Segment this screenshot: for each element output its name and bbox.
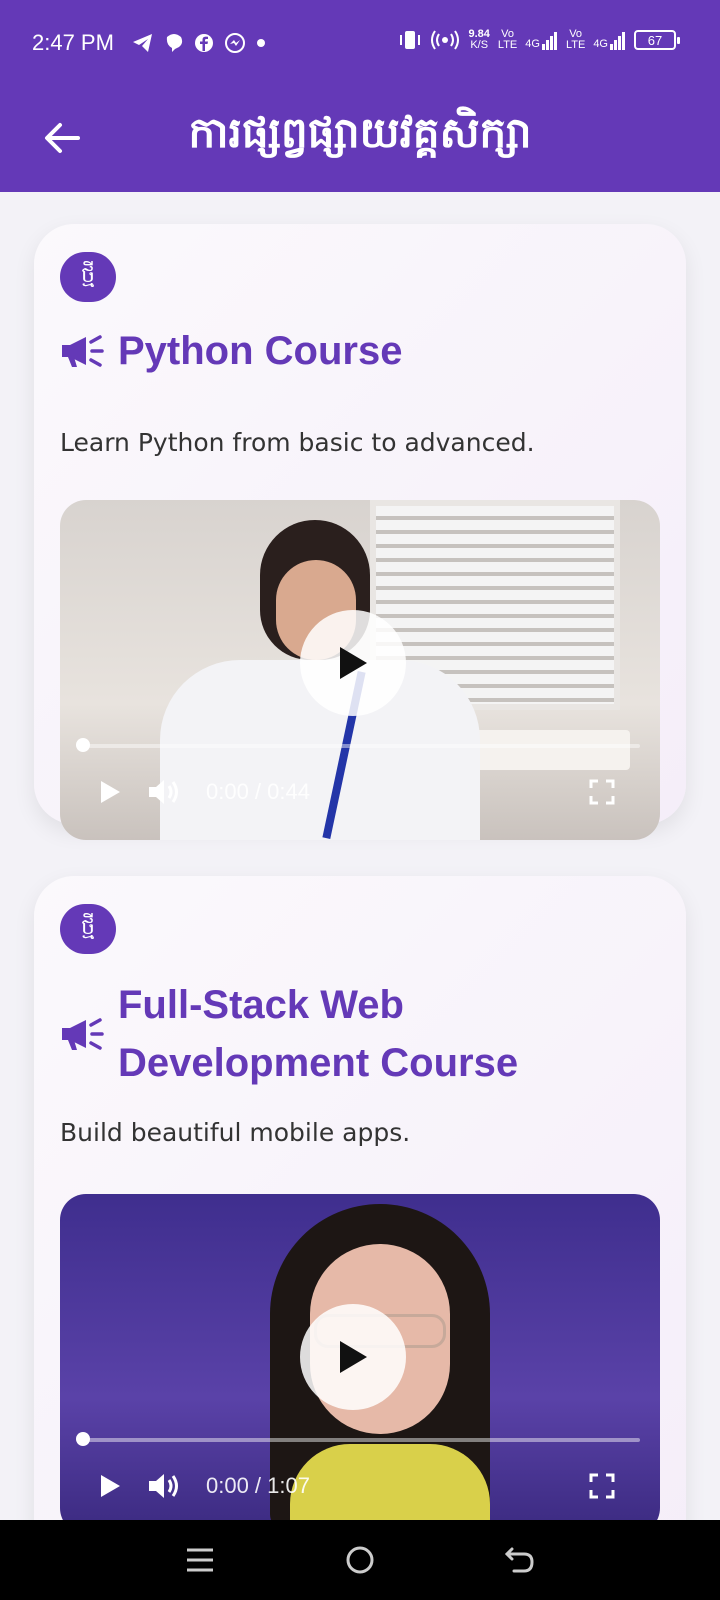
status-time: 2:47 PM bbox=[32, 30, 114, 55]
course-list[interactable]: ថ្មី Python Course Learn Python from bas… bbox=[0, 192, 720, 1520]
fullscreen-button[interactable] bbox=[582, 1466, 622, 1506]
back-arrow-icon bbox=[504, 1547, 534, 1573]
sim2-gen: 4G bbox=[593, 38, 608, 50]
play-icon bbox=[340, 1341, 367, 1373]
video-progress-track[interactable] bbox=[80, 744, 640, 748]
recents-button[interactable] bbox=[175, 1535, 225, 1585]
play-icon bbox=[340, 647, 367, 679]
video-player[interactable]: 0:00 / 1:07 bbox=[60, 1194, 660, 1520]
video-controls: 0:00 / 0:44 bbox=[90, 770, 636, 814]
megaphone-icon bbox=[62, 335, 104, 367]
messenger-circle-icon bbox=[225, 33, 245, 53]
net-speed-unit: K/S bbox=[470, 39, 489, 51]
video-progress-thumb[interactable] bbox=[76, 1432, 90, 1446]
card-title-row: Python Course bbox=[60, 322, 648, 380]
video-player[interactable]: 0:00 / 0:44 bbox=[60, 500, 660, 840]
new-badge: ថ្មី bbox=[60, 904, 116, 954]
play-button[interactable] bbox=[90, 772, 130, 812]
play-overlay-button[interactable] bbox=[300, 1304, 406, 1410]
hotspot-icon bbox=[431, 30, 460, 50]
more-dot-icon bbox=[257, 39, 265, 47]
sim1-gen: 4G bbox=[525, 38, 540, 50]
system-nav-bar bbox=[0, 1520, 720, 1600]
home-circle-icon bbox=[346, 1546, 374, 1574]
video-progress-thumb[interactable] bbox=[76, 738, 90, 752]
telegram-icon bbox=[133, 34, 152, 52]
course-card: ថ្មី Python Course Learn Python from bas… bbox=[34, 224, 686, 840]
home-button[interactable] bbox=[335, 1535, 385, 1585]
sim1-volte: Vo LTE bbox=[497, 28, 518, 51]
video-time: 0:00 / 0:44 bbox=[206, 779, 310, 804]
play-icon bbox=[101, 781, 120, 803]
play-button[interactable] bbox=[90, 1466, 130, 1506]
app-bar: ការផ្សព្វផ្សាយវគ្គសិក្សា bbox=[0, 88, 720, 192]
volume-icon bbox=[149, 780, 178, 804]
battery-indicator: 67 bbox=[634, 30, 680, 50]
megaphone-icon bbox=[62, 1018, 104, 1050]
course-description: Learn Python from basic to advanced. bbox=[60, 428, 535, 457]
status-right: 9.84 K/S Vo LTE 4G Vo LTE 4G 67 bbox=[398, 28, 680, 52]
video-progress-track[interactable] bbox=[80, 1438, 640, 1442]
video-controls: 0:00 / 1:07 bbox=[90, 1464, 636, 1508]
sim1-signal: 4G bbox=[525, 30, 558, 50]
video-time: 0:00 / 1:07 bbox=[206, 1473, 310, 1498]
messenger-icon bbox=[166, 34, 183, 52]
sim2-volte: Vo LTE bbox=[565, 28, 586, 51]
fullscreen-icon bbox=[589, 1473, 615, 1499]
sim2-signal: 4G bbox=[593, 30, 626, 50]
network-speed: 9.84 K/S bbox=[468, 29, 489, 51]
volume-button[interactable] bbox=[144, 772, 184, 812]
vibrate-icon bbox=[400, 31, 421, 49]
fullscreen-icon bbox=[589, 779, 615, 805]
fullscreen-button[interactable] bbox=[582, 772, 622, 812]
course-description: Build beautiful mobile apps. bbox=[60, 1118, 411, 1147]
course-title: Full-Stack Web Development Course bbox=[118, 983, 519, 1085]
volume-icon bbox=[149, 1474, 178, 1498]
notification-icons bbox=[132, 32, 266, 54]
video-frame-table bbox=[460, 730, 630, 770]
page-title: ការផ្សព្វផ្សាយវគ្គសិក្សា bbox=[188, 108, 532, 157]
facebook-icon bbox=[195, 34, 213, 52]
menu-icon bbox=[187, 1548, 213, 1572]
back-nav-button[interactable] bbox=[495, 1535, 545, 1585]
new-badge: ថ្មី bbox=[60, 252, 116, 302]
play-overlay-button[interactable] bbox=[300, 610, 406, 716]
volume-button[interactable] bbox=[144, 1466, 184, 1506]
course-card: ថ្មី Full-Stack Web Development Course B… bbox=[34, 876, 686, 1520]
signal-icon bbox=[610, 32, 625, 50]
status-bar: 2:47 PM 9.84 K/S Vo LTE 4G Vo LTE 4G 67 bbox=[0, 0, 720, 88]
signal-icon bbox=[541, 32, 557, 50]
card-title-row: Full-Stack Web Development Course bbox=[60, 976, 648, 1092]
course-title: Python Course bbox=[118, 329, 403, 373]
play-icon bbox=[101, 1475, 120, 1497]
